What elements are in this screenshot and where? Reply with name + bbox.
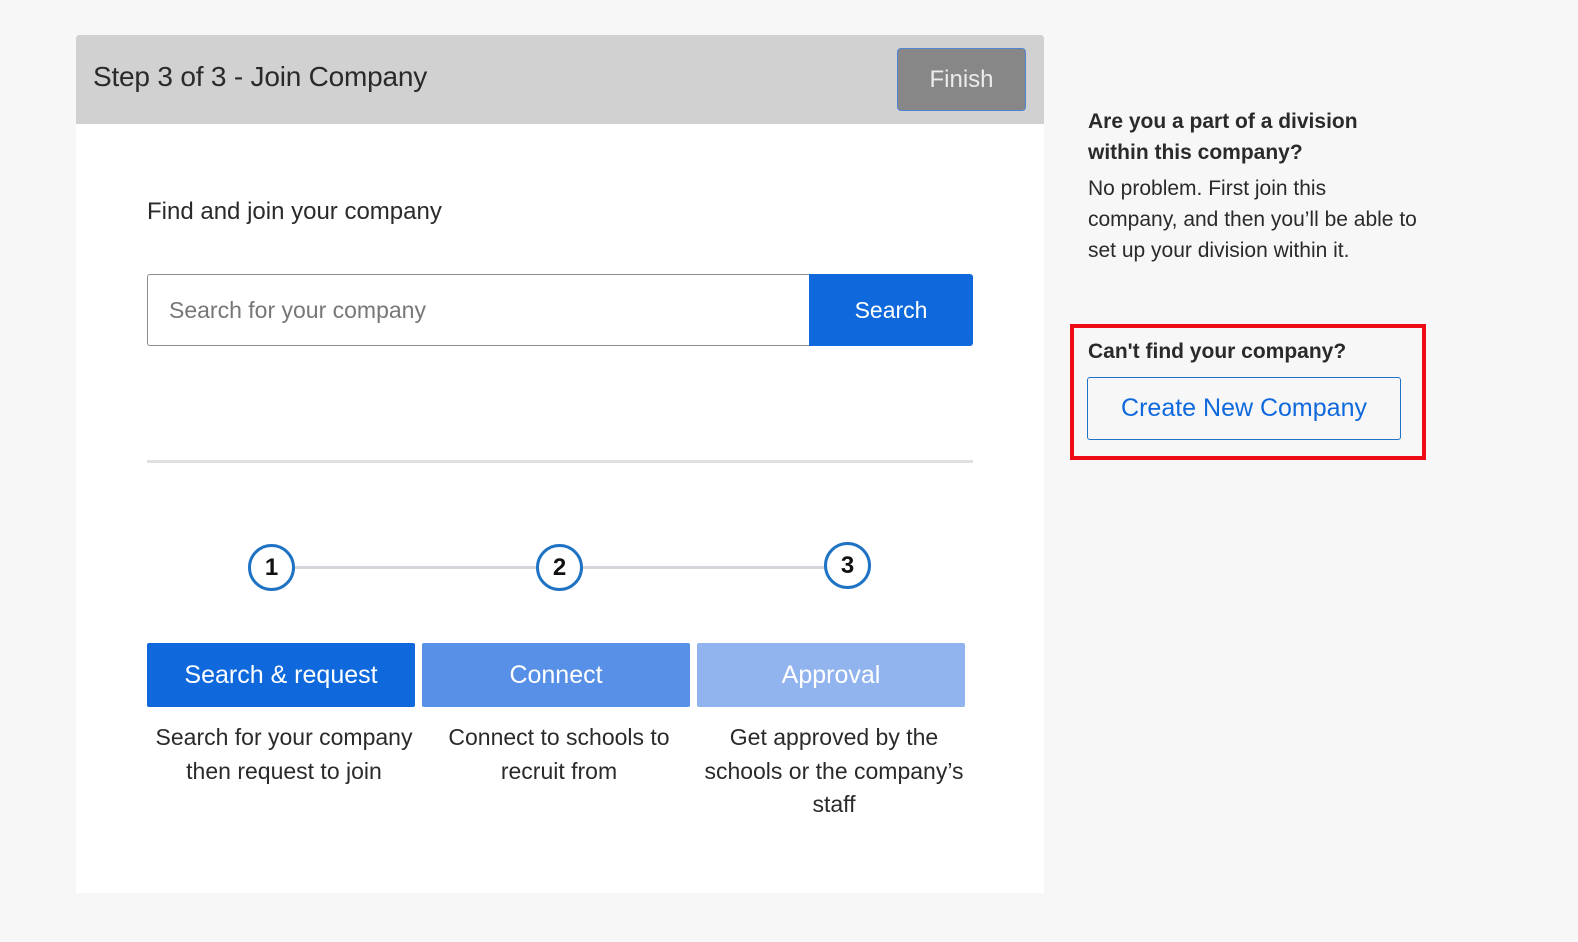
finish-button[interactable]: Finish: [897, 48, 1026, 111]
join-company-card: Step 3 of 3 - Join Company Finish Find a…: [76, 35, 1044, 893]
step-1-description: Search for your company then request to …: [155, 724, 413, 784]
stepper-connector-1-2: [295, 566, 537, 569]
section-divider: [147, 460, 973, 463]
step-approval-button[interactable]: Approval: [697, 643, 965, 707]
search-button[interactable]: Search: [809, 274, 973, 346]
step-search-request-button[interactable]: Search & request: [147, 643, 415, 707]
step-circle-1: 1: [248, 544, 295, 591]
step-circle-2: 2: [536, 544, 583, 591]
division-question: Are you a part of a division within this…: [1088, 110, 1358, 164]
step-circle-3: 3: [824, 542, 871, 589]
page: Step 3 of 3 - Join Company Finish Find a…: [0, 0, 1578, 942]
step-2-description: Connect to schools to recruit from: [448, 724, 670, 784]
cant-find-company-label: Can't find your company?: [1088, 340, 1347, 363]
step-connect-button[interactable]: Connect: [422, 643, 690, 707]
stepper-connector-2-3: [583, 566, 826, 569]
find-company-label: Find and join your company: [147, 198, 442, 225]
company-search-input[interactable]: [147, 274, 809, 346]
company-search-bar: Search: [147, 274, 973, 346]
step-3-description: Get approved by the schools or the compa…: [704, 724, 964, 817]
division-answer: No problem. First join this company, and…: [1088, 177, 1417, 262]
page-title: Step 3 of 3 - Join Company: [93, 61, 428, 92]
create-new-company-button[interactable]: Create New Company: [1087, 377, 1401, 440]
card-header: Step 3 of 3 - Join Company Finish: [76, 35, 1044, 124]
division-info-panel: Are you a part of a division within this…: [1088, 106, 1418, 266]
